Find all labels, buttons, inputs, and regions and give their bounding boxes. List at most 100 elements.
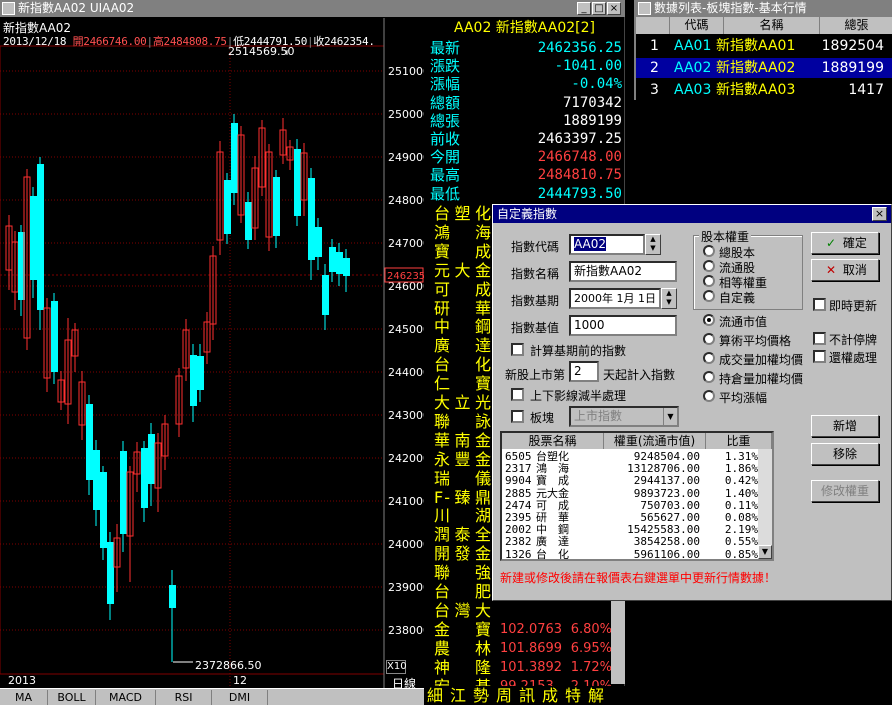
stock-code: 6505 <box>505 450 532 463</box>
chevron-down-icon[interactable]: ▼ <box>663 408 677 425</box>
new-stock-suffix: 天起計入指數 <box>603 368 676 382</box>
base-value-input[interactable]: 1000 <box>569 315 677 336</box>
candle-body <box>336 252 343 274</box>
sector-checkbox[interactable] <box>511 410 524 423</box>
table-row[interactable]: 2885 元大金 9893723.00 1.40% <box>502 487 758 500</box>
shadow-half-label: 上下影線減半處理 <box>530 389 627 403</box>
tab-ma[interactable]: MA <box>0 690 48 705</box>
function-key[interactable]: 成 <box>539 686 561 705</box>
no-suspend-label: 不計停牌 <box>829 333 878 347</box>
remove-button[interactable]: 移除 <box>811 443 879 465</box>
dialog-titlebar[interactable]: 自定義指數 × <box>493 205 891 223</box>
candle-body <box>93 450 100 510</box>
data-list-window[interactable]: 數據列表-板塊指數-基本行情 代碼 名稱 總張 1 AA01 新指數AA01 1892… <box>634 0 892 100</box>
col-code[interactable]: 代碼 <box>670 17 724 34</box>
zoom-x10-button[interactable]: X10 <box>386 660 407 674</box>
base-date-input[interactable]: 2000年 1月 1日 <box>569 288 661 309</box>
list-item[interactable]: 金 寶 102.0763 6.80% <box>434 620 624 639</box>
constituent-table[interactable]: 股票名稱 權重(流通市值) 比重 6505 台塑化 9248504.00 1.31% 2… <box>500 431 774 561</box>
capital-radio[interactable] <box>703 275 715 287</box>
code-spin-button[interactable]: ▲ ▼ <box>645 234 661 255</box>
realtime-checkbox[interactable] <box>813 298 826 311</box>
function-key[interactable]: 訊 <box>516 686 538 705</box>
chart-window-titlebar[interactable]: 新指數AA02 UIAA02 _ □ × <box>0 0 625 17</box>
low-annotation: 2372866.50 <box>195 659 261 672</box>
table-header: 股票名稱 權重(流通市值) 比重 <box>502 433 772 449</box>
table-scrollbar[interactable]: ▼ <box>758 449 772 559</box>
restore-checkbox[interactable] <box>813 350 826 363</box>
quote-value: 2462356.25 <box>537 40 622 56</box>
quote-header: AA02 新指數AA02[2] <box>454 20 595 36</box>
add-button[interactable]: 新增 <box>811 415 879 437</box>
shadow-half-checkbox[interactable] <box>511 388 524 401</box>
function-key[interactable]: 勢 <box>470 686 492 705</box>
list-item[interactable]: 神 隆 101.3892 1.72% <box>434 658 624 677</box>
table-row[interactable]: 9904 寶 成 2944137.00 0.42% <box>502 475 758 487</box>
new-stock-days-input[interactable]: 2 <box>569 361 599 382</box>
table-row[interactable]: 1326 台 化 5961106.00 0.85% <box>502 548 758 559</box>
close-button[interactable]: × <box>607 2 621 15</box>
capital-radio[interactable] <box>703 245 715 257</box>
table-row[interactable]: 2382 廣 達 3854258.00 0.55% <box>502 536 758 548</box>
row-name: 新指數AA02 <box>716 60 796 76</box>
cancel-button[interactable]: ✕ 取消 <box>811 259 879 281</box>
modify-weight-button[interactable]: 修改權重 <box>811 480 879 502</box>
table-row[interactable]: 2 AA02 新指數AA02 1889199 <box>636 58 892 78</box>
custom-index-dialog[interactable]: 自定義指數 × 指數代碼 AA02 ▲ ▼ 指數名稱 新指數AA02 指數基期 2… <box>492 204 892 601</box>
table-row[interactable]: 2474 可 成 750703.00 0.11% <box>502 499 758 512</box>
capital-radio[interactable] <box>703 260 715 272</box>
function-key[interactable]: 細 <box>424 686 446 705</box>
th-weight[interactable]: 權重(流通市值) <box>604 433 706 449</box>
weighting-radio[interactable] <box>703 390 715 402</box>
weighting-radio[interactable] <box>703 371 715 383</box>
list-item[interactable]: 農 林 101.8699 6.95% <box>434 639 624 658</box>
row-code: AA03 <box>674 82 712 98</box>
ok-button[interactable]: ✓ 確定 <box>811 232 879 254</box>
row-code: AA02 <box>674 60 712 76</box>
function-key[interactable]: 特 <box>562 686 584 705</box>
y-tick-label: 238000 <box>388 624 424 637</box>
th-stock-name[interactable]: 股票名稱 <box>502 433 604 449</box>
capital-radio[interactable] <box>703 290 715 302</box>
minimize-button[interactable]: _ <box>577 2 591 15</box>
index-code-input[interactable]: AA02 <box>569 234 645 255</box>
tab-boll[interactable]: BOLL <box>48 690 96 705</box>
row-volume: 1417 <box>848 82 884 98</box>
function-key[interactable]: 江 <box>447 686 469 705</box>
index-code-label: 指數代碼 <box>511 240 560 254</box>
close-icon[interactable]: × <box>872 207 887 221</box>
weighting-radio[interactable] <box>703 314 715 326</box>
col-name[interactable]: 名稱 <box>724 17 820 34</box>
th-ratio[interactable]: 比重 <box>706 433 772 449</box>
list-window-titlebar[interactable]: 數據列表-板塊指數-基本行情 <box>636 0 892 17</box>
stock-name: 寶 成 <box>434 241 492 261</box>
sector-select[interactable]: 上市指數 ▼ <box>569 406 679 427</box>
function-key[interactable]: 周 <box>493 686 515 705</box>
candlestick-chart[interactable]: 2510002500002490002480002470002460002450… <box>0 0 424 688</box>
stock-ratio: 0.08% <box>724 511 758 524</box>
stock-name: 可 成 <box>434 279 492 299</box>
weighting-radio[interactable] <box>703 352 715 364</box>
tab-dmi[interactable]: DMI <box>212 690 268 705</box>
stock-name: 農 林 <box>434 638 492 658</box>
calc-before-checkbox[interactable] <box>511 343 524 356</box>
stock-name: 聯 強 <box>434 563 492 583</box>
tab-rsi[interactable]: RSI <box>156 690 212 705</box>
function-key[interactable]: 解 <box>585 686 607 705</box>
capital-option-label: 自定義 <box>719 291 756 305</box>
scroll-down-icon[interactable]: ▼ <box>758 545 772 559</box>
stock-name: 台 化 <box>434 355 492 375</box>
date-spin-button[interactable]: ▲ ▼ <box>661 288 677 309</box>
maximize-button[interactable]: □ <box>592 2 606 15</box>
tab-macd[interactable]: MACD <box>96 690 156 705</box>
table-row[interactable]: 3 AA03 新指數AA03 1417 <box>636 80 892 100</box>
no-suspend-checkbox[interactable] <box>813 332 826 345</box>
weighting-radio[interactable] <box>703 333 715 345</box>
index-name-input[interactable]: 新指數AA02 <box>569 261 677 282</box>
stock-name: 鴻 海 <box>434 222 492 242</box>
list-item[interactable]: 台灣大 <box>434 601 624 620</box>
candle-body <box>343 258 350 276</box>
stock-code: 9904 <box>505 474 532 488</box>
col-volume[interactable]: 總張 <box>820 17 892 34</box>
table-row[interactable]: 1 AA01 新指數AA01 1892504 <box>636 36 892 56</box>
